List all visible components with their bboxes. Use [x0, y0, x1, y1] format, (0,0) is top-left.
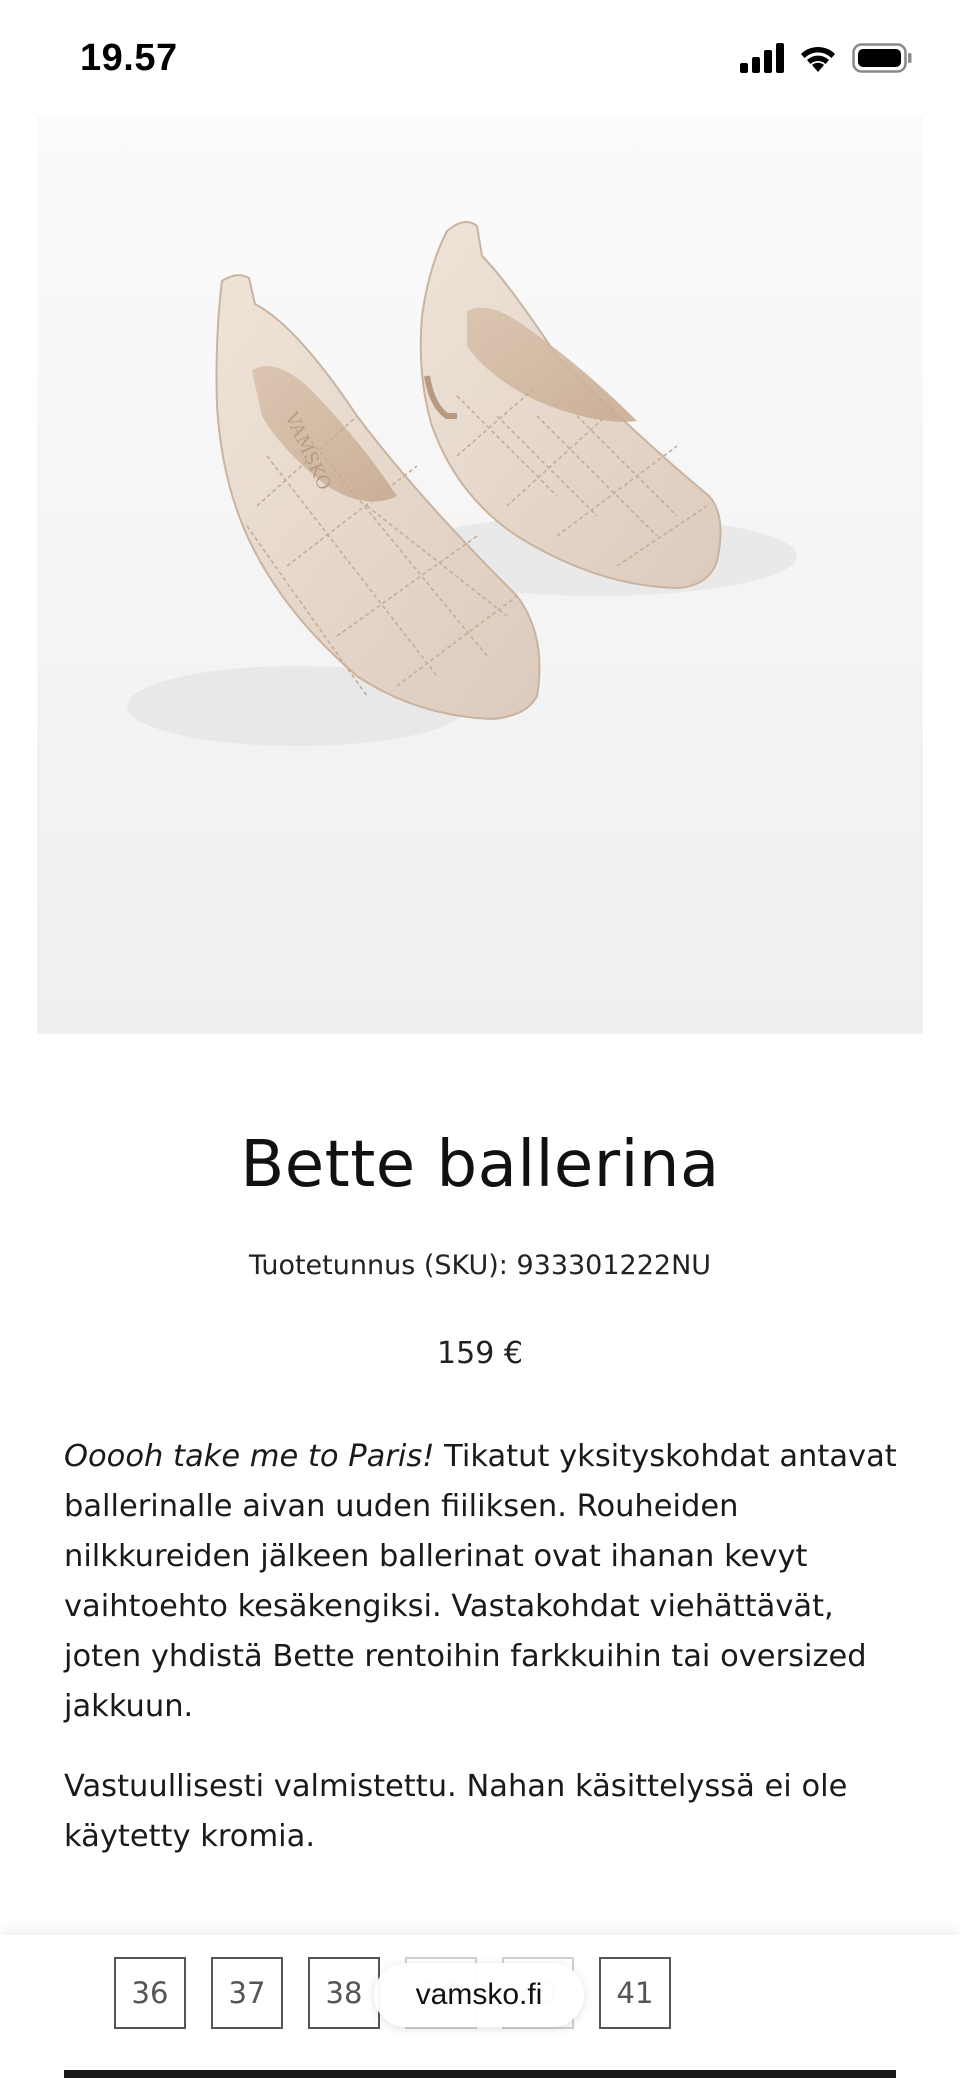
size-option-38[interactable]: 38	[308, 1957, 380, 2029]
wifi-icon	[801, 46, 835, 72]
product-price: 159 €	[437, 1336, 523, 1371]
battery-icon	[852, 43, 912, 73]
size-option-37[interactable]: 37	[211, 1957, 283, 2029]
browser-url-pill[interactable]: vamsko.fi	[374, 1963, 584, 2027]
bottom-bar: 36 37 38 39 40 41 vamsko.fi	[0, 1935, 960, 2078]
product-page: 19.57 VAMSKO Bette ballerina Tuotetunnus…	[0, 0, 960, 2078]
size-option-41[interactable]: 41	[599, 1957, 671, 2029]
product-sku: Tuotetunnus (SKU): 933301222NU	[248, 1250, 712, 1281]
status-icons	[740, 43, 912, 73]
shoe-illustration: VAMSKO	[127, 221, 797, 746]
description-text-1: Tikatut yksityskohdat antavat ballerinal…	[64, 1439, 897, 1724]
product-title: Bette ballerina	[240, 1128, 720, 1202]
product-image[interactable]: VAMSKO	[37, 116, 923, 1034]
size-option-36[interactable]: 36	[114, 1957, 186, 2029]
cellular-signal-icon	[740, 43, 784, 73]
product-description: Ooooh take me to Paris! Tikatut yksitysk…	[64, 1432, 904, 1892]
add-to-cart-button[interactable]	[64, 2070, 896, 2078]
description-italic-lead: Ooooh take me to Paris!	[64, 1439, 435, 1474]
description-paragraph-2: Vastuullisesti valmistettu. Nahan käsitt…	[64, 1769, 848, 1854]
status-time: 19.57	[80, 36, 178, 79]
description-paragraph-1: Ooooh take me to Paris! Tikatut yksitysk…	[64, 1432, 904, 1732]
status-bar: 19.57	[0, 0, 960, 116]
